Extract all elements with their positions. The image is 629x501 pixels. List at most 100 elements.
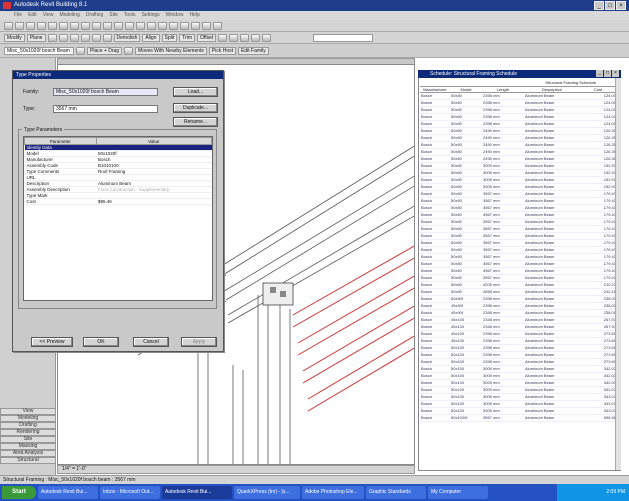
schedule-row[interactable]: Bosch 50x50 3567 mm Aluminum Beam 179.43 bbox=[420, 274, 616, 281]
save-icon[interactable] bbox=[26, 21, 35, 30]
parameter-row[interactable]: Cost $95.46 bbox=[24, 198, 212, 205]
rename-button[interactable]: Rename... bbox=[173, 117, 218, 127]
text-icon[interactable] bbox=[180, 21, 189, 30]
copy-element-icon[interactable] bbox=[58, 33, 68, 42]
schedule-row[interactable]: Bosch 50x100 2398 mm Aluminum Beam 273.69 bbox=[420, 358, 616, 365]
help-icon[interactable] bbox=[213, 21, 222, 30]
match-icon[interactable] bbox=[251, 33, 261, 42]
schedule-row[interactable]: Bosch 50x50 3567 mm Aluminum Beam 179.43 bbox=[420, 225, 616, 232]
duplicate-button[interactable]: Duplicate... bbox=[173, 103, 218, 113]
schedule-row[interactable]: Bosch 50x50 3567 mm Aluminum Beam 179.43 bbox=[420, 197, 616, 204]
schedule-row[interactable]: Bosch 45x100 2348 mm Aluminum Beam 267.97 bbox=[420, 323, 616, 330]
schedule-row[interactable]: Bosch 45x100 2348 mm Aluminum Beam 267.97 bbox=[420, 316, 616, 323]
menu-view[interactable]: View bbox=[43, 11, 54, 20]
schedule-row[interactable]: Bosch 50x100 3009 mm Aluminum Beam 342.03 bbox=[420, 372, 616, 379]
task-revit-2[interactable]: Autodesk Revit Bui... bbox=[162, 486, 232, 499]
menu-file[interactable]: File bbox=[14, 11, 22, 20]
task-outlook[interactable]: Inbox - Microsoft Out... bbox=[100, 486, 160, 499]
schedule-row[interactable]: Bosch 50x50 3567 mm Aluminum Beam 179.43 bbox=[420, 260, 616, 267]
tab-massing[interactable]: Massing bbox=[0, 443, 56, 450]
schedule-row[interactable]: Bosch 50x100 3009 mm Aluminum Beam 342.03 bbox=[420, 365, 616, 372]
schedule-row[interactable]: Bosch 50x100 2398 mm Aluminum Beam 273.69 bbox=[420, 351, 616, 358]
tab-modeling[interactable]: Modeling bbox=[0, 415, 56, 422]
schedule-row[interactable]: Bosch 45x90f 2398 mm Aluminum Beam 238.00 bbox=[420, 302, 616, 309]
schedule-table[interactable]: Structural Framing Schedule Manufacturer… bbox=[420, 80, 616, 470]
schedule-row[interactable]: Bosch 50x50 3567 mm Aluminum Beam 179.43 bbox=[420, 267, 616, 274]
schedule-row[interactable]: Bosch 50x50 2490 mm Aluminum Beam 126.35 bbox=[420, 127, 616, 134]
offset-button[interactable]: Offset bbox=[197, 33, 217, 42]
preview-button[interactable]: << Preview bbox=[31, 337, 73, 347]
split-button[interactable]: Split bbox=[161, 33, 178, 42]
tab-rendering[interactable]: Rendering bbox=[0, 429, 56, 436]
modify-button[interactable]: Modify bbox=[4, 33, 25, 42]
undo-icon[interactable] bbox=[81, 21, 90, 30]
pick-host-button[interactable]: Pick Host bbox=[208, 46, 237, 55]
schedule-row[interactable]: Bosch 45x100 2398 mm Aluminum Beam 273.69 bbox=[420, 330, 616, 337]
parameter-value[interactable]: $95.46 bbox=[96, 198, 212, 205]
cut-icon[interactable] bbox=[48, 21, 57, 30]
task-graphic-standards[interactable]: Graphic Standards bbox=[366, 486, 426, 499]
schedule-maximize-button[interactable]: □ bbox=[604, 70, 611, 77]
cancel-button[interactable]: Cancel bbox=[133, 337, 169, 347]
schedule-row[interactable]: Bosch 50x50 3009 mm Aluminum Beam 152.93 bbox=[420, 183, 616, 190]
cut-geometry-icon[interactable] bbox=[240, 33, 250, 42]
open-icon[interactable] bbox=[15, 21, 24, 30]
col-manufacturer[interactable]: Manufacturer bbox=[420, 86, 450, 93]
type-properties-icon[interactable] bbox=[262, 33, 272, 42]
schedule-row[interactable]: Bosch 50x50 2398 mm Aluminum Beam 124.00 bbox=[420, 92, 616, 99]
maximize-button[interactable]: □ bbox=[605, 1, 615, 10]
trim-button[interactable]: Trim bbox=[179, 33, 196, 42]
plane-button[interactable]: Plane bbox=[26, 33, 46, 42]
menu-window[interactable]: Window bbox=[166, 11, 184, 20]
schedule-close-button[interactable]: × bbox=[612, 70, 619, 77]
join-icon[interactable] bbox=[229, 33, 239, 42]
design-options-icon[interactable] bbox=[202, 21, 211, 30]
tab-structural[interactable]: Structural bbox=[0, 457, 56, 464]
schedule-row[interactable]: Bosch 50x50 2398 mm Aluminum Beam 124.00 bbox=[420, 106, 616, 113]
paint-icon[interactable] bbox=[218, 33, 228, 42]
array-icon[interactable] bbox=[102, 33, 112, 42]
schedule-row[interactable]: Bosch 50x100 3009 mm Aluminum Beam 342.03 bbox=[420, 379, 616, 386]
task-quarkxpress[interactable]: QuarkXPress (tm) - [s... bbox=[234, 486, 300, 499]
task-photoshop[interactable]: Adobe Photoshop Ele... bbox=[302, 486, 364, 499]
schedule-row[interactable]: Bosch 50x50 3567 mm Aluminum Beam 179.43 bbox=[420, 218, 616, 225]
schedule-row[interactable]: Bosch 50x50 3567 mm Aluminum Beam 179.43 bbox=[420, 253, 616, 260]
measure-icon[interactable] bbox=[103, 21, 112, 30]
view-combo[interactable] bbox=[313, 33, 374, 42]
schedule-row[interactable]: Bosch 50x50 4205 mm Aluminum Beam 210.23 bbox=[420, 281, 616, 288]
clock[interactable]: 2:09 PM bbox=[606, 489, 625, 495]
menu-edit[interactable]: Edit bbox=[28, 11, 37, 20]
schedule-row[interactable]: Bosch 50x50f 2398 mm Aluminum Beam 238.00 bbox=[420, 295, 616, 302]
family-combo[interactable]: Misc_50x1020f bosch Beam bbox=[53, 88, 158, 96]
instance-type-combo[interactable]: Misc_50x1020f bosch Beam : 3567 mm bbox=[4, 46, 74, 55]
schedule-row[interactable]: Bosch 50x50 2490 mm Aluminum Beam 126.35 bbox=[420, 155, 616, 162]
schedule-row[interactable]: Bosch 50x50 3567 mm Aluminum Beam 179.43 bbox=[420, 232, 616, 239]
minimize-button[interactable]: _ bbox=[594, 1, 604, 10]
schedule-row[interactable]: Bosch 50x50 2490 mm Aluminum Beam 126.35 bbox=[420, 148, 616, 155]
schedule-row[interactable]: Bosch 50x50 4858 mm Aluminum Beam 242.18 bbox=[420, 288, 616, 295]
menu-help[interactable]: Help bbox=[189, 11, 199, 20]
schedule-row[interactable]: Bosch 50x50 2398 mm Aluminum Beam 124.00 bbox=[420, 120, 616, 127]
menu-modeling[interactable]: Modeling bbox=[59, 11, 79, 20]
menu-site[interactable]: Site bbox=[109, 11, 118, 20]
schedule-row[interactable]: Bosch 45x90f 2398 mm Aluminum Beam 238.00 bbox=[420, 309, 616, 316]
tab-drafting[interactable]: Drafting bbox=[0, 422, 56, 429]
properties-icon[interactable] bbox=[76, 46, 85, 55]
schedule-row[interactable]: Bosch 50x1020f 3567 mm Aluminum Beam 598.98 bbox=[420, 414, 616, 421]
task-revit-1[interactable]: Autodesk Revit Bui... bbox=[38, 486, 98, 499]
schedule-scrollbar[interactable] bbox=[615, 78, 621, 470]
schedule-row[interactable]: Bosch 50x50 2490 mm Aluminum Beam 126.35 bbox=[420, 134, 616, 141]
schedule-row[interactable]: Bosch 50x50 2398 mm Aluminum Beam 124.00 bbox=[420, 99, 616, 106]
col-value[interactable]: Value bbox=[95, 137, 212, 145]
schedule-row[interactable]: Bosch 50x100 3009 mm Aluminum Beam 343.03 bbox=[420, 407, 616, 414]
rotate-after-icon[interactable] bbox=[124, 46, 134, 55]
copy-icon[interactable] bbox=[59, 21, 68, 30]
demolish-button[interactable]: Demolish bbox=[113, 33, 141, 42]
schedule-row[interactable]: Bosch 50x50 3567 mm Aluminum Beam 179.43 bbox=[420, 239, 616, 246]
type-combo[interactable]: 3567 mm bbox=[53, 105, 158, 113]
dimension-icon[interactable] bbox=[191, 21, 200, 30]
schedule-row[interactable]: Bosch 50x50 3009 mm Aluminum Beam 152.93 bbox=[420, 176, 616, 183]
schedule-row[interactable]: Bosch 50x100 3009 mm Aluminum Beam 343.03 bbox=[420, 400, 616, 407]
edit-family-button[interactable]: Edit Family bbox=[238, 46, 269, 55]
apply-button[interactable]: Apply bbox=[181, 337, 217, 347]
